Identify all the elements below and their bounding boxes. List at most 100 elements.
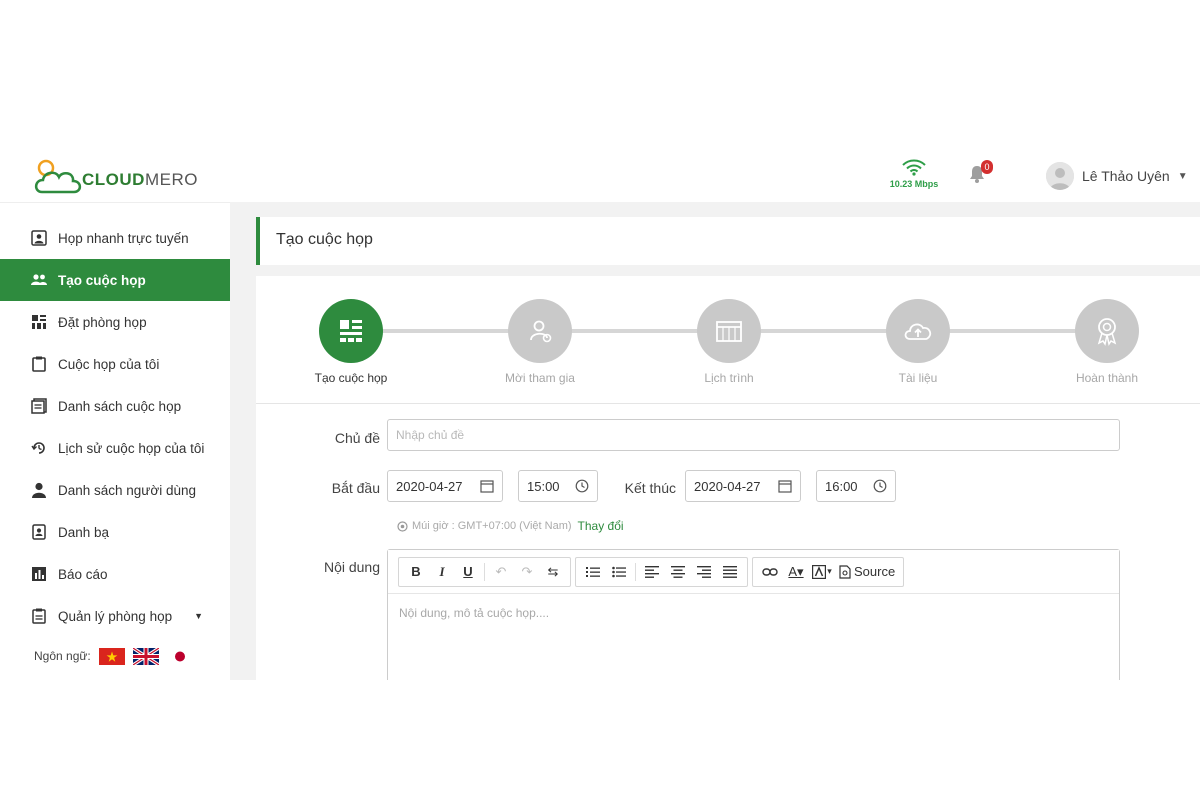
sidebar-item-label: Danh sách người dùng [58, 482, 196, 498]
source-code-icon [839, 564, 851, 579]
align-left-icon[interactable] [639, 559, 665, 585]
wifi-icon [902, 159, 926, 176]
sidebar-item-label: Quản lý phòng họp [58, 608, 173, 624]
users-icon [30, 271, 48, 289]
create-meeting-panel: Tạo cuộc họp Mời tham gia Lịch trình Tài… [256, 276, 1200, 680]
logo[interactable]: CLOUDMERO [32, 158, 198, 196]
clock-icon [575, 479, 589, 493]
bullet-list-icon[interactable] [606, 559, 632, 585]
bold-button[interactable]: B [403, 559, 429, 585]
step-label: Tài liệu [898, 371, 938, 385]
flag-vietnam-icon[interactable] [98, 647, 125, 665]
divider [256, 403, 1200, 404]
notification-badge: 0 [981, 160, 993, 174]
cloud-upload-icon [886, 299, 950, 363]
step-documents[interactable]: Tài liệu [858, 299, 978, 385]
sidebar-item-reports[interactable]: Báo cáo [0, 553, 230, 595]
toolbar-separator [635, 562, 636, 581]
underline-button[interactable]: U [455, 559, 481, 585]
user-menu[interactable]: Lê Thảo Uyên ▼ [1046, 162, 1188, 190]
step-complete[interactable]: Hoàn thành [1047, 299, 1167, 385]
calendar-icon [480, 479, 494, 493]
flag-japan-icon[interactable] [166, 647, 193, 665]
logo-text: CLOUDMERO [82, 170, 198, 189]
form-icon [319, 299, 383, 363]
network-speed: 10.23 Mbps [889, 179, 939, 189]
room-grid-icon [30, 313, 48, 331]
italic-button[interactable]: I [429, 559, 455, 585]
sidebar-item-book-room[interactable]: Đặt phòng họp [0, 301, 230, 343]
chevron-down-icon: ▼ [1177, 170, 1188, 182]
timezone-text: Múi giờ : GMT+07:00 (Việt Nam) [412, 520, 572, 532]
monitor-user-icon [30, 229, 48, 247]
subject-input[interactable]: Nhập chủ đề [387, 419, 1120, 451]
start-time-value: 15:00 [527, 478, 560, 494]
list-doc-icon [30, 397, 48, 415]
globe-icon [397, 520, 408, 532]
page-title: Tạo cuộc họp [276, 231, 373, 248]
step-create-meeting[interactable]: Tạo cuộc họp [291, 299, 411, 385]
align-center-icon[interactable] [665, 559, 691, 585]
sidebar-item-label: Danh sách cuộc họp [58, 398, 182, 414]
sidebar-item-contacts[interactable]: Danh bạ [0, 511, 230, 553]
align-justify-icon[interactable] [717, 559, 743, 585]
sidebar-item-quick-meeting[interactable]: Họp nhanh trực tuyến [0, 217, 230, 259]
sidebar-item-meeting-list[interactable]: Danh sách cuộc họp [0, 385, 230, 427]
step-invite[interactable]: Mời tham gia [480, 299, 600, 385]
numbered-list-icon[interactable] [580, 559, 606, 585]
end-time-input[interactable]: 16:00 [816, 470, 896, 502]
end-label: Kết thúc [624, 480, 676, 496]
start-label: Bắt đầu [331, 480, 380, 496]
background-color-icon[interactable]: ▾ [809, 559, 835, 585]
sidebar-item-room-management[interactable]: Quản lý phòng họp ▼ [0, 595, 230, 637]
sidebar-item-label: Tạo cuộc họp [58, 272, 146, 288]
align-right-icon[interactable] [691, 559, 717, 585]
link-icon[interactable] [757, 559, 783, 585]
clock-icon [873, 479, 887, 493]
notification-button[interactable]: 0 [968, 160, 993, 188]
sidebar-item-label: Họp nhanh trực tuyến [58, 230, 189, 246]
sidebar-item-label: Lịch sử cuộc họp của tôi [58, 440, 205, 456]
redo-icon[interactable]: ↷ [514, 559, 540, 585]
step-label: Tạo cuộc họp [314, 371, 388, 385]
avatar [1046, 162, 1074, 190]
step-schedule[interactable]: Lịch trình [669, 299, 789, 385]
text-color-icon[interactable]: A▾ [783, 559, 809, 585]
end-date-input[interactable]: 2020-04-27 [685, 470, 801, 502]
subject-label: Chủ đề [334, 430, 380, 446]
user-avatar-icon [1046, 162, 1074, 190]
start-time-input[interactable]: 15:00 [518, 470, 598, 502]
end-time-value: 16:00 [825, 478, 858, 494]
sidebar-item-my-history[interactable]: Lịch sử cuộc họp của tôi [0, 427, 230, 469]
step-label: Hoàn thành [1075, 371, 1139, 385]
sidebar-item-label: Báo cáo [58, 566, 108, 582]
start-date-input[interactable]: 2020-04-27 [387, 470, 503, 502]
sidebar-item-label: Danh bạ [58, 524, 110, 540]
language-selector: Ngôn ngữ: [0, 641, 230, 671]
user-icon [30, 481, 48, 499]
toolbar-separator [484, 562, 485, 581]
sidebar-item-my-meetings[interactable]: Cuộc họp của tôi [0, 343, 230, 385]
clipboard-icon [30, 355, 48, 373]
sidebar-item-create-meeting[interactable]: Tạo cuộc họp [0, 259, 230, 301]
source-button[interactable]: Source [835, 559, 899, 585]
network-status: 10.23 Mbps [882, 158, 946, 189]
sidebar-item-user-list[interactable]: Danh sách người dùng [0, 469, 230, 511]
toolbar-group-lists [575, 556, 748, 587]
invite-user-icon [508, 299, 572, 363]
source-label: Source [854, 564, 896, 579]
content-textarea[interactable]: Nội dung, mô tả cuộc họp.... [388, 594, 1119, 632]
flag-uk-icon[interactable] [131, 646, 160, 666]
toolbar-group-format: B I U ↶ ↷ ⇆ [398, 556, 571, 587]
toolbar-group-insert: A▾ ▾ Source [752, 556, 905, 587]
sidebar-item-label: Đặt phòng họp [58, 314, 147, 330]
rich-text-editor: B I U ↶ ↷ ⇆ A▾ ▾ Source Nội dung, mô tả … [387, 549, 1120, 680]
timezone-change-link[interactable]: Thay đổi [578, 519, 624, 533]
undo-icon[interactable]: ↶ [488, 559, 514, 585]
sidebar: Họp nhanh trực tuyến Tạo cuộc họp Đặt ph… [0, 202, 230, 680]
content-placeholder: Nội dung, mô tả cuộc họp.... [399, 606, 550, 620]
chevron-down-icon: ▼ [194, 611, 204, 621]
replace-icon[interactable]: ⇆ [540, 559, 566, 585]
clipboard-manage-icon [30, 607, 48, 625]
step-label: Lịch trình [704, 371, 754, 385]
